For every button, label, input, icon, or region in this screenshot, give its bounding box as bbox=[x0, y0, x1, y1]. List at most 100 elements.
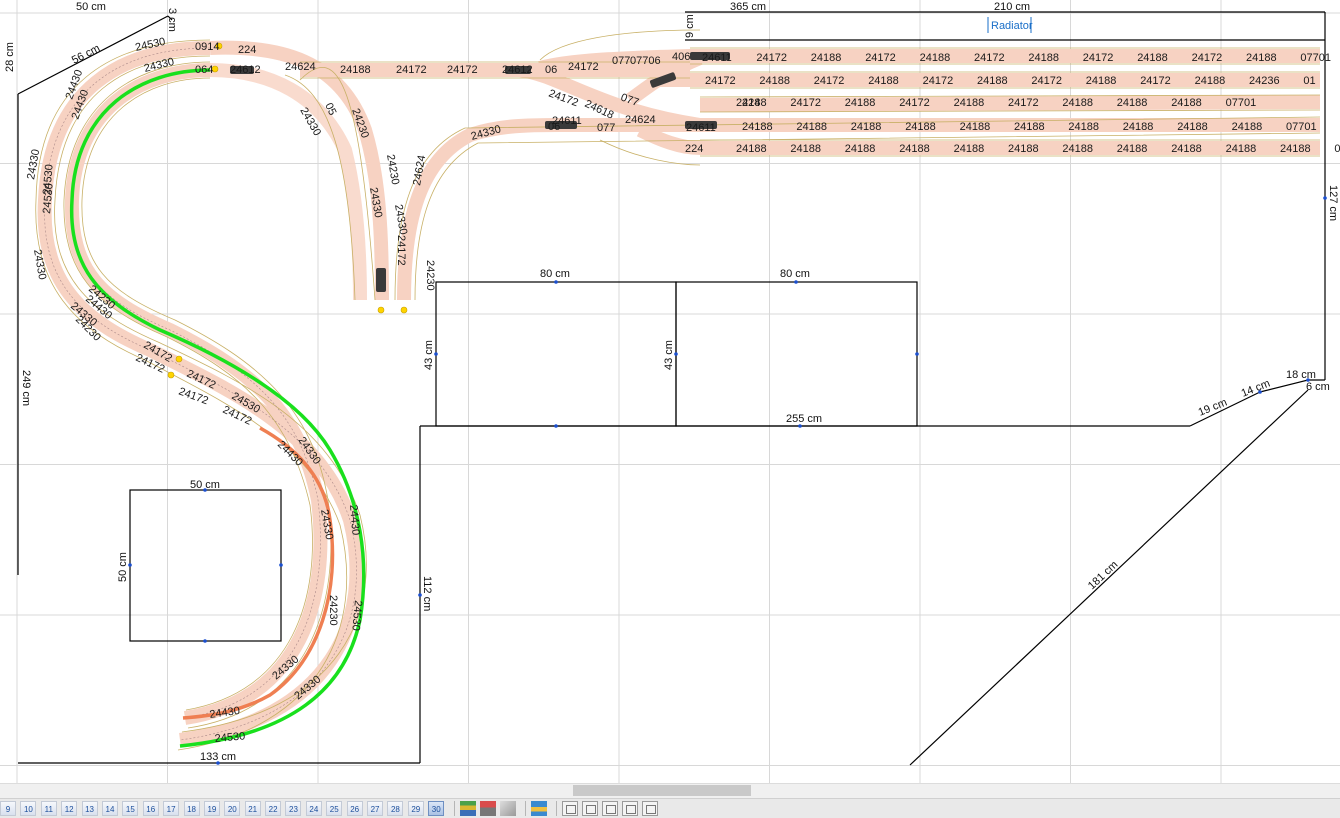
track-piece-label[interactable]: 24188 bbox=[736, 97, 767, 109]
track-piece-label[interactable]: 24172 bbox=[1140, 75, 1171, 87]
track-piece-label[interactable]: 24611 bbox=[702, 52, 732, 64]
track-piece-label[interactable]: 07706 bbox=[630, 55, 661, 67]
track-piece-label[interactable]: 24188 bbox=[736, 143, 767, 155]
track-piece-label[interactable]: 07701 bbox=[1334, 143, 1340, 155]
track-piece-label[interactable]: 24172 bbox=[865, 52, 896, 64]
track-piece-label[interactable]: 24188 bbox=[1171, 143, 1202, 155]
track-piece-label[interactable]: 24188 bbox=[742, 121, 773, 133]
track-piece-label[interactable]: 24230 bbox=[424, 260, 436, 291]
layer-button-11[interactable]: 11 bbox=[40, 801, 57, 816]
layer-button-9[interactable]: 9 bbox=[0, 801, 16, 816]
layer-button-30[interactable]: 30 bbox=[428, 801, 445, 816]
track-piece-label[interactable]: 24188 bbox=[954, 143, 985, 155]
track-piece-label[interactable]: 24611 bbox=[686, 122, 716, 134]
track-piece-label[interactable]: 24188 bbox=[960, 121, 991, 133]
track-piece-label[interactable]: 24188 bbox=[811, 52, 842, 64]
layers-color-icon[interactable] bbox=[459, 801, 476, 816]
layer-button-17[interactable]: 17 bbox=[163, 801, 180, 816]
track-piece-label[interactable]: 24188 bbox=[1246, 52, 1277, 64]
track-piece-label[interactable]: 24188 bbox=[1068, 121, 1099, 133]
track-piece-label[interactable]: 24330 bbox=[392, 203, 409, 235]
track-piece-label[interactable]: 24188 bbox=[1117, 143, 1148, 155]
track-piece-label[interactable]: 24172 bbox=[396, 64, 427, 76]
layer-button-13[interactable]: 13 bbox=[81, 801, 98, 816]
track-piece-label[interactable]: 24612 bbox=[230, 64, 261, 76]
layer-button-14[interactable]: 14 bbox=[101, 801, 118, 816]
view-4-icon[interactable] bbox=[621, 801, 638, 816]
track-piece-label[interactable]: 0914 bbox=[195, 41, 219, 53]
track-piece-label[interactable]: 24188 bbox=[954, 97, 985, 109]
track-piece-label[interactable]: 24172 bbox=[899, 97, 930, 109]
track-piece-label[interactable]: 24188 bbox=[851, 121, 882, 133]
track-piece-label[interactable]: 24172 bbox=[974, 52, 1005, 64]
track-piece-label[interactable]: 24188 bbox=[759, 75, 790, 87]
view-3-icon[interactable] bbox=[601, 801, 618, 816]
track-piece-label[interactable]: 24330 bbox=[25, 148, 42, 180]
track-piece-label[interactable]: 24172 bbox=[447, 64, 478, 76]
track-piece-label[interactable]: 077 bbox=[612, 55, 630, 67]
track-piece-label[interactable]: 24188 bbox=[1195, 75, 1226, 87]
track-piece-label[interactable]: 24172 bbox=[1008, 97, 1039, 109]
track-piece-label[interactable]: 24188 bbox=[1137, 52, 1168, 64]
track-piece-label[interactable]: 24188 bbox=[1008, 143, 1039, 155]
layer-button-28[interactable]: 28 bbox=[387, 801, 404, 816]
track-piece-label[interactable]: 24188 bbox=[905, 121, 936, 133]
track-piece-label[interactable]: 24230 bbox=[327, 595, 339, 626]
layer-button-20[interactable]: 20 bbox=[224, 801, 241, 816]
track-piece-label[interactable]: 064 bbox=[195, 64, 213, 76]
layers-hide-icon[interactable] bbox=[479, 801, 496, 816]
track-piece-label[interactable]: 24172 bbox=[923, 75, 954, 87]
track-piece-label[interactable]: 24236 bbox=[1249, 75, 1280, 87]
track-piece-label[interactable]: 24188 bbox=[790, 143, 821, 155]
layer-button-21[interactable]: 21 bbox=[244, 801, 261, 816]
track-piece-label[interactable]: 24188 bbox=[1171, 97, 1202, 109]
track-piece-label[interactable]: 07701 bbox=[1286, 121, 1317, 133]
track-piece-label[interactable]: 24612 bbox=[502, 64, 533, 76]
track-piece-label[interactable]: 24172 bbox=[568, 61, 599, 73]
layer-button-25[interactable]: 25 bbox=[326, 801, 343, 816]
track-piece-label[interactable]: 24172 bbox=[705, 75, 736, 87]
track-piece-label[interactable]: 24624 bbox=[285, 61, 316, 73]
layer-button-24[interactable]: 24 bbox=[305, 801, 322, 816]
track-piece-label[interactable]: 24188 bbox=[899, 143, 930, 155]
track-piece-label[interactable]: 24188 bbox=[977, 75, 1008, 87]
track-piece-label[interactable]: 24172 bbox=[177, 386, 210, 408]
track-piece-label[interactable]: 24188 bbox=[1028, 52, 1059, 64]
track-piece-label[interactable]: 24172 bbox=[814, 75, 845, 87]
layer-button-15[interactable]: 15 bbox=[122, 801, 139, 816]
view-5-icon[interactable] bbox=[641, 801, 658, 816]
track-piece-label[interactable]: 24172 bbox=[790, 97, 821, 109]
track-piece-label[interactable]: 07701 bbox=[1226, 97, 1257, 109]
track-piece-label[interactable]: 24188 bbox=[868, 75, 899, 87]
track-piece-label[interactable]: 24188 bbox=[1014, 121, 1045, 133]
layer-button-27[interactable]: 27 bbox=[367, 801, 384, 816]
track-piece-label[interactable]: 07701 bbox=[1300, 52, 1331, 64]
layers-stack-icon[interactable] bbox=[530, 801, 547, 816]
horizontal-scrollbar[interactable] bbox=[0, 783, 1340, 798]
track-piece-label[interactable]: 24188 bbox=[920, 52, 951, 64]
view-1-icon[interactable] bbox=[561, 801, 578, 816]
track-piece-label[interactable]: 24172 bbox=[395, 235, 407, 266]
track-piece-label[interactable]: 01 bbox=[1303, 75, 1315, 87]
track-piece-label[interactable]: 24172 bbox=[1031, 75, 1062, 87]
layer-button-10[interactable]: 10 bbox=[20, 801, 37, 816]
track-piece-label[interactable]: 24188 bbox=[1062, 97, 1093, 109]
track-piece-label[interactable]: 24188 bbox=[1123, 121, 1154, 133]
layer-button-26[interactable]: 26 bbox=[346, 801, 363, 816]
layer-button-19[interactable]: 19 bbox=[203, 801, 220, 816]
track-piece-label[interactable]: 077 bbox=[597, 122, 615, 134]
layer-button-29[interactable]: 29 bbox=[407, 801, 424, 816]
track-piece-label[interactable]: 24624 bbox=[625, 114, 656, 126]
layer-button-12[interactable]: 12 bbox=[61, 801, 78, 816]
track-piece-label[interactable]: 24172 bbox=[1192, 52, 1223, 64]
layer-button-23[interactable]: 23 bbox=[285, 801, 302, 816]
track-piece-label[interactable]: 24172 bbox=[1083, 52, 1114, 64]
track-piece-label[interactable]: 24188 bbox=[1232, 121, 1263, 133]
track-piece-label[interactable]: 24188 bbox=[1177, 121, 1208, 133]
track-plan[interactable] bbox=[35, 29, 1321, 751]
track-piece-label[interactable]: 24188 bbox=[1226, 143, 1257, 155]
track-piece-label[interactable]: 24188 bbox=[845, 143, 876, 155]
track-piece-label[interactable]: 24530 bbox=[214, 730, 246, 745]
track-piece-label[interactable]: 224 bbox=[238, 44, 256, 56]
track-piece-label[interactable]: 24188 bbox=[1117, 97, 1148, 109]
